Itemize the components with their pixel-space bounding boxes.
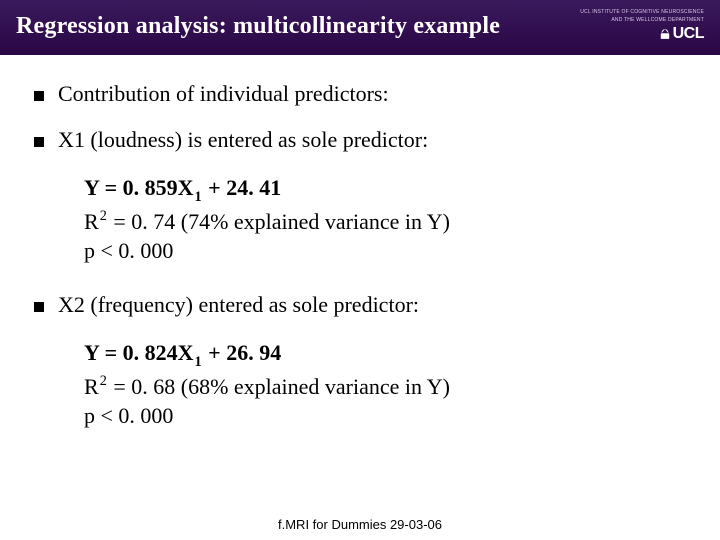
- eq2-pre: Y = 0. 824X: [84, 340, 194, 365]
- logo-block: UCL INSTITUTE OF COGNITIVE NEUROSCIENCE …: [580, 10, 704, 43]
- bullet-icon: [34, 91, 44, 101]
- r2-1-sup: 2: [100, 208, 107, 224]
- bullet-icon: [34, 137, 44, 147]
- block-x1: X1 (loudness) is entered as sole predict…: [34, 127, 692, 266]
- ucl-logo-text: UCL: [673, 25, 704, 43]
- bullet-icon: [34, 302, 44, 312]
- eq1-post: + 24. 41: [203, 175, 282, 200]
- block2-p: p < 0. 000: [84, 401, 692, 431]
- footer-text: f.MRI for Dummies 29-03-06: [0, 517, 720, 532]
- eq1-pre: Y = 0. 859X: [84, 175, 194, 200]
- r2-1-pre: R: [84, 209, 99, 234]
- eq2-sub: 1: [195, 354, 202, 370]
- slide-title: Regression analysis: multicollinearity e…: [16, 13, 500, 40]
- bullet-intro: Contribution of individual predictors:: [34, 81, 692, 107]
- r2-2-pre: R: [84, 374, 99, 399]
- bullet-x1: X1 (loudness) is entered as sole predict…: [34, 127, 692, 153]
- slide-content: Contribution of individual predictors: X…: [0, 55, 720, 431]
- r2-2-post: = 0. 68 (68% explained variance in Y): [108, 374, 450, 399]
- dome-icon: [658, 27, 672, 41]
- eq2-post: + 26. 94: [203, 340, 282, 365]
- r2-1-post: = 0. 74 (74% explained variance in Y): [108, 209, 450, 234]
- block1-equation: Y = 0. 859X1 + 24. 41: [84, 173, 692, 207]
- intro-text: Contribution of individual predictors:: [58, 81, 389, 107]
- block-x2: X2 (frequency) entered as sole predictor…: [34, 292, 692, 431]
- bullet-x2: X2 (frequency) entered as sole predictor…: [34, 292, 692, 318]
- title-bar: Regression analysis: multicollinearity e…: [0, 0, 720, 55]
- block2-heading: X2 (frequency) entered as sole predictor…: [58, 292, 419, 318]
- institute-line-2: AND THE WELLCOME DEPARTMENT: [611, 18, 704, 24]
- block2-r2: R2 = 0. 68 (68% explained variance in Y): [84, 372, 692, 402]
- r2-2-sup: 2: [100, 373, 107, 389]
- ucl-logo: UCL: [658, 25, 704, 43]
- block1-heading: X1 (loudness) is entered as sole predict…: [58, 127, 428, 153]
- block2-equation: Y = 0. 824X1 + 26. 94: [84, 338, 692, 372]
- institute-line-1: UCL INSTITUTE OF COGNITIVE NEUROSCIENCE: [580, 10, 704, 16]
- eq1-sub: 1: [195, 189, 202, 205]
- block1-p: p < 0. 000: [84, 236, 692, 266]
- block1-r2: R2 = 0. 74 (74% explained variance in Y): [84, 207, 692, 237]
- slide: Regression analysis: multicollinearity e…: [0, 0, 720, 540]
